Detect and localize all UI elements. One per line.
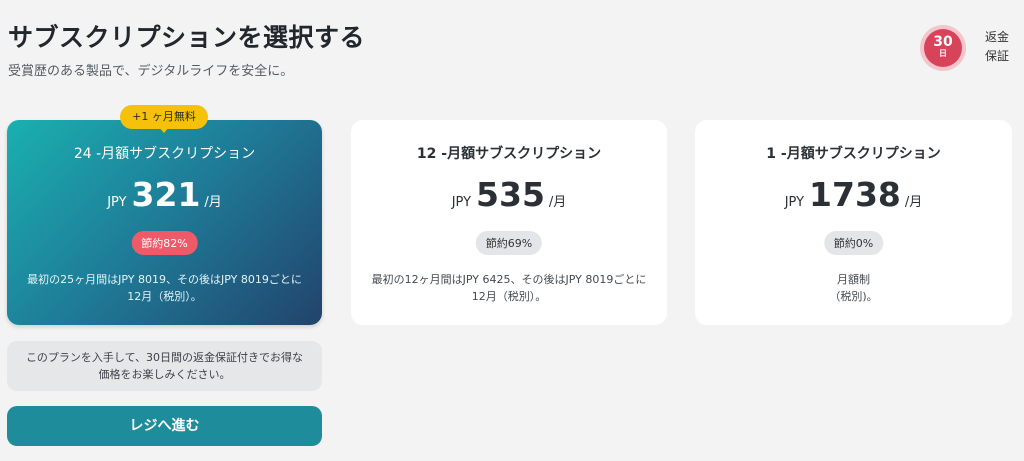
price-amount: 321 — [131, 175, 201, 214]
plan-card-12-month[interactable]: 12 -月額サブスクリプション JPY 535 /月 節約69% 最初の12ヶ月… — [351, 120, 667, 325]
plan-card-24-month[interactable]: 24 -月額サブスクリプション JPY 321 /月 節約82% 最初の25ヶ月… — [7, 120, 322, 325]
plan-note: 最初の12ヶ月間はJPY 6425、その後はJPY 8019ごとに12月（税別）… — [371, 273, 647, 303]
promo-badge: +1 ヶ月無料 — [120, 105, 208, 133]
savings-badge: 節約82% — [131, 231, 198, 255]
savings-badge: 節約0% — [823, 231, 884, 255]
price-row: JPY 1738 /月 — [695, 175, 1012, 215]
currency: JPY — [107, 195, 127, 210]
plan-name: 1 -月額サブスクリプション — [766, 146, 941, 162]
money-back-guarantee-label: 返金保証 — [984, 30, 1009, 63]
price-row: JPY 535 /月 — [351, 175, 667, 215]
plan-note: 最初の25ヶ月間はJPY 8019、その後はJPY 8019ごとに12月（税別）… — [27, 273, 302, 303]
page-subtitle: 受賞歴のある製品で、デジタルライフを安全に。 — [8, 64, 294, 79]
money-back-badge-icon: 30 日 — [919, 24, 967, 72]
plan-info-box: このプランを入手して、30日間の返金保証付きでお得な価格をお楽しみください。 — [7, 341, 322, 391]
plan-name: 12 -月額サブスクリプション — [416, 146, 602, 162]
price-period: /月 — [204, 195, 222, 210]
checkout-button[interactable]: レジへ進む — [7, 406, 322, 446]
price-row: JPY 321 /月 — [7, 175, 322, 215]
currency: JPY — [451, 195, 472, 210]
price-amount: 1738 — [809, 175, 901, 214]
plan-note: 月額制 （税別)。 — [829, 273, 878, 303]
badge-number: 30 — [933, 34, 953, 50]
price-period: /月 — [904, 195, 923, 210]
price-period: /月 — [548, 195, 567, 210]
savings-badge: 節約69% — [475, 231, 543, 255]
badge-unit: 日 — [939, 49, 947, 58]
plan-name: 24 -月額サブスクリプション — [73, 146, 256, 162]
plan-card-1-month[interactable]: 1 -月額サブスクリプション JPY 1738 /月 節約0% 月額制 （税別)… — [695, 120, 1012, 325]
currency: JPY — [784, 195, 805, 210]
page-title: サブスクリプションを選択する — [8, 23, 366, 52]
price-amount: 535 — [476, 175, 545, 214]
